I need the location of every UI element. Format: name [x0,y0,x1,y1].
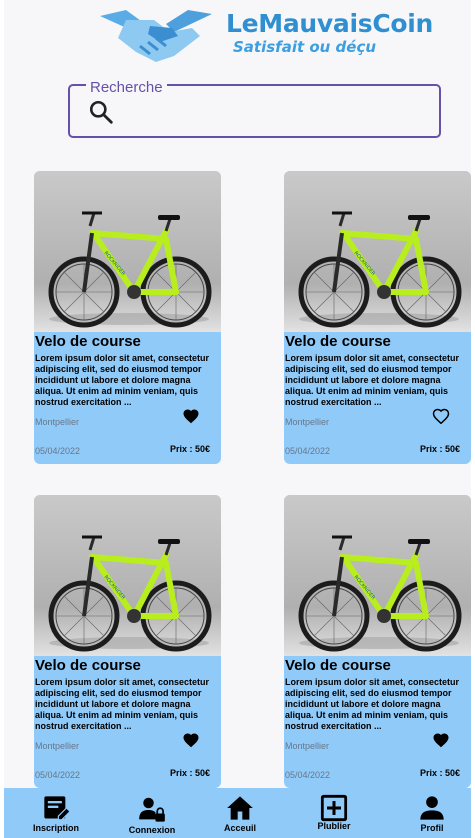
nav-label: Profil [420,823,444,833]
listing-title: Velo de course [35,333,141,350]
nav-acceuil[interactable]: Acceuil [210,788,270,838]
listing-title: Velo de course [35,657,141,674]
user-lock-icon [139,797,165,822]
listing-card[interactable]: Velo de course Lorem ipsum dolor sit ame… [284,171,471,464]
heart-filled-icon[interactable] [182,731,200,748]
brand-subtitle: Satisfait ou déçu [233,38,377,56]
listing-date: 05/04/2022 [285,446,331,456]
listing-description: Lorem ipsum dolor sit amet, consectetur … [285,353,460,407]
search-icon [89,100,113,124]
listing-description: Lorem ipsum dolor sit amet, consectetur … [35,353,210,407]
listing-description: Lorem ipsum dolor sit amet, consectetur … [285,677,460,731]
nav-connexion[interactable]: Connexion [116,788,188,838]
bike-photo [284,171,471,332]
register-form-icon [44,796,70,821]
listing-city: Montpellier [285,741,330,751]
listing-city: Montpellier [285,417,330,427]
search-input[interactable] [122,94,432,130]
nav-profil[interactable]: Profil [404,788,460,838]
listing-price: Prix : 50€ [170,444,211,454]
add-box-icon [320,794,348,822]
handshake-logo-icon [100,10,212,62]
heart-filled-icon[interactable] [182,407,200,424]
listing-city: Montpellier [35,417,80,427]
listing-card[interactable]: Velo de course Lorem ipsum dolor sit ame… [34,495,221,788]
listing-price: Prix : 50€ [420,444,461,454]
brand-title: LeMauvaisCoin [226,9,434,38]
heart-outline-icon[interactable] [432,407,450,424]
listing-title: Velo de course [285,657,391,674]
bike-photo [34,171,221,332]
listing-card[interactable]: Velo de course Lorem ipsum dolor sit ame… [34,171,221,464]
nav-label: Inscription [32,823,79,833]
listing-date: 05/04/2022 [285,770,331,780]
listing-date: 05/04/2022 [35,446,81,456]
app-root: LeMauvaisCoin Satisfait ou déçu Recherch… [4,0,471,838]
nav-label: Acceuil [223,823,256,833]
bottom-nav: Inscription Connexion Acceuil Plublier P… [4,788,471,838]
bike-photo [284,495,471,656]
listing-city: Montpellier [35,741,80,751]
listing-card[interactable]: Velo de course Lorem ipsum dolor sit ame… [284,495,471,788]
listing-price: Prix : 50€ [170,768,211,778]
bike-photo [34,495,221,656]
heart-filled-icon[interactable] [432,731,450,748]
home-icon [227,796,253,820]
nav-label: Connexion [128,825,176,835]
nav-publier[interactable]: Plublier [304,788,364,838]
person-icon [420,796,444,820]
listing-price: Prix : 50€ [420,768,461,778]
listing-title: Velo de course [285,333,391,350]
nav-inscription[interactable]: Inscription [18,788,94,838]
nav-label: Plublier [317,821,351,831]
listing-description: Lorem ipsum dolor sit amet, consectetur … [35,677,210,731]
listing-date: 05/04/2022 [35,770,81,780]
